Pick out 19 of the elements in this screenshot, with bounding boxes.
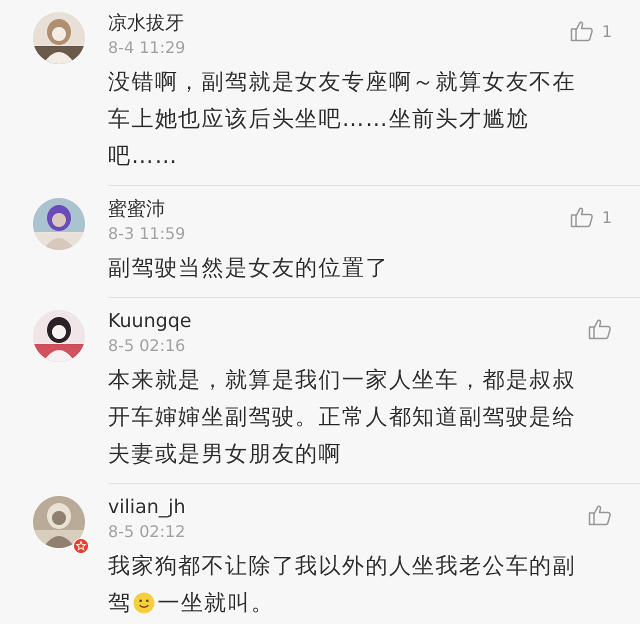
thumbs-up-icon[interactable]: [588, 504, 612, 526]
comment-text: 副驾驶当然是女友的位置了: [108, 255, 390, 283]
like-count: 1: [602, 208, 612, 226]
comment-time: 8-3 11:59: [108, 223, 186, 245]
user-name[interactable]: 蜜蜜沛: [108, 196, 186, 222]
user-name[interactable]: vilian_jh: [108, 494, 186, 520]
thumbs-up-icon[interactable]: [588, 318, 612, 340]
comment-text: 本来就是，就算是我们一家人坐车，都是叔叔开车婶婶坐副驾驶。正常人都知道副驾驶是给夫妻或是男女朋友的啊: [108, 367, 577, 469]
like-count: 1: [602, 22, 612, 40]
user-name[interactable]: 凉水拔牙: [108, 10, 186, 36]
comment-text: 我家狗都不让除了我以外的人坐我老公车的副驾 一坐就叫。: [108, 553, 577, 618]
smiley-icon: [133, 592, 156, 614]
comment-time: 8-5 02:12: [108, 521, 186, 543]
thumbs-up-icon[interactable]: [570, 206, 594, 228]
thumbs-up-icon[interactable]: [570, 20, 594, 42]
comment-text: 没错啊，副驾就是女友专座啊～就算女友不在车上她也应该后头坐吧……坐前头才尴尬吧……: [108, 69, 577, 171]
comment-time: 8-4 11:29: [108, 37, 186, 59]
user-name[interactable]: Kuungqe: [108, 308, 192, 334]
comment-time: 8-5 02:16: [108, 335, 186, 357]
